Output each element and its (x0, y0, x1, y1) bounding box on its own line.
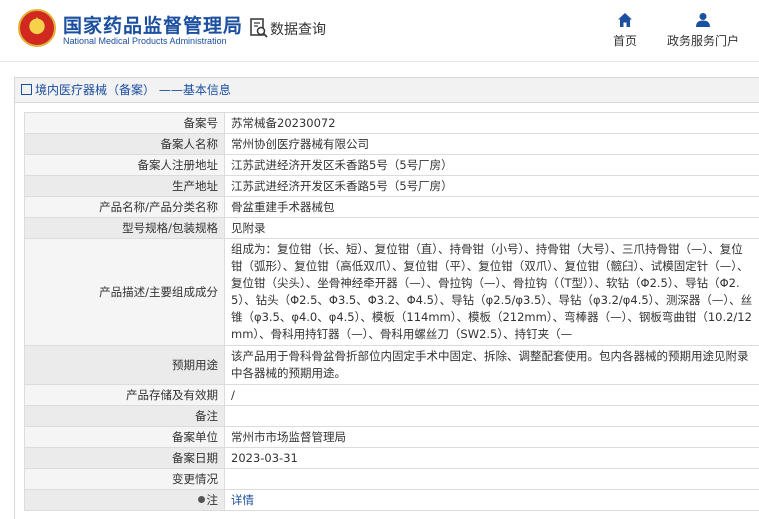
document-icon (21, 84, 32, 95)
data-query-label[interactable]: 数据查询 (270, 19, 326, 39)
field-label: 备案人注册地址 (24, 154, 225, 176)
table-row: 备注 (24, 405, 759, 427)
table-row: 生产地址 江苏武进经济开发区禾香路5号（5号厂房） (24, 175, 759, 197)
field-value: 常州协创医疗器械有限公司 (224, 133, 759, 155)
table-row: 备案人注册地址 江苏武进经济开发区禾香路5号（5号厂房） (24, 154, 759, 176)
table-row: 型号规格/包装规格 见附录 (24, 217, 759, 239)
site-title: 国家药品监督管理局 (63, 15, 244, 37)
table-row: 产品存储及有效期 / (24, 384, 759, 406)
field-value: 江苏武进经济开发区禾香路5号（5号厂房） (224, 154, 759, 176)
table-row: 变更情况 (24, 468, 759, 490)
home-icon (618, 13, 632, 27)
table-row: 备案人名称 常州协创医疗器械有限公司 (24, 133, 759, 155)
field-label: 预期用途 (24, 345, 225, 385)
table-row: 预期用途 该产品用于骨科骨盆骨折部位内固定手术中固定、拆除、调整配套使用。包内各… (24, 345, 759, 385)
field-label: 型号规格/包装规格 (24, 217, 225, 239)
field-value: 苏常械备20230072 (224, 112, 759, 134)
note-value-cell: 详情 (224, 489, 759, 511)
field-label: 备案单位 (24, 426, 225, 448)
breadcrumb-text[interactable]: 境内医疗器械（备案） ——基本信息 (35, 83, 231, 97)
field-value (224, 405, 759, 427)
field-label: 产品存储及有效期 (24, 384, 225, 406)
site-header: 国家药品监督管理局 National Medical Products Admi… (0, 0, 759, 62)
record-table: 备案号 苏常械备20230072 备案人名称 常州协创医疗器械有限公司 备案人注… (24, 112, 759, 511)
field-label: 生产地址 (24, 175, 225, 197)
note-label: 注 (206, 492, 219, 507)
breadcrumb: 境内医疗器械（备案） ——基本信息 (15, 78, 759, 103)
nav-portal-label: 政务服务门户 (666, 34, 739, 48)
note-label-cell: 注 (24, 489, 225, 511)
table-row: 产品名称/产品分类名称 骨盆重建手术器械包 (24, 196, 759, 218)
nav-portal[interactable]: 政务服务门户 (664, 12, 742, 49)
document-search-icon (250, 18, 268, 38)
field-label: 备注 (24, 405, 225, 427)
field-label: 产品名称/产品分类名称 (24, 196, 225, 218)
table-row: 备案号 苏常械备20230072 (24, 112, 759, 134)
field-label: 变更情况 (24, 468, 225, 490)
national-emblem-icon (18, 9, 56, 47)
field-value: / (224, 384, 759, 406)
table-row: 产品描述/主要组成成分 组成为：复位钳（长、短）、复位钳（直）、持骨钳（小号）、… (24, 238, 759, 346)
field-value: 骨盆重建手术器械包 (224, 196, 759, 218)
field-value: 见附录 (224, 217, 759, 239)
pin-icon (197, 495, 205, 503)
field-value (224, 468, 759, 490)
nav-home-label: 首页 (612, 34, 637, 48)
field-label: 备案号 (24, 112, 225, 134)
field-value: 常州市市场监督管理局 (224, 426, 759, 448)
table-row: 注 详情 (24, 489, 759, 511)
nav-home[interactable]: 首页 (610, 12, 640, 49)
table-row: 备案单位 常州市市场监督管理局 (24, 426, 759, 448)
field-label: 备案人名称 (24, 133, 225, 155)
field-value: 江苏武进经济开发区禾香路5号（5号厂房） (224, 175, 759, 197)
field-label: 产品描述/主要组成成分 (24, 238, 225, 346)
field-value: 2023-03-31 (224, 447, 759, 469)
field-label: 备案日期 (24, 447, 225, 469)
user-icon (696, 13, 710, 27)
field-value: 该产品用于骨科骨盆骨折部位内固定手术中固定、拆除、调整配套使用。包内各器械的预期… (224, 345, 759, 385)
site-subtitle: National Medical Products Administration (63, 36, 227, 46)
details-link[interactable]: 详情 (231, 493, 254, 507)
content-panel: 境内医疗器械（备案） ——基本信息 备案号 苏常械备20230072 备案人名称… (14, 77, 759, 519)
table-row: 备案日期 2023-03-31 (24, 447, 759, 469)
field-value: 组成为：复位钳（长、短）、复位钳（直）、持骨钳（小号）、持骨钳（大号）、三爪持骨… (224, 238, 759, 346)
